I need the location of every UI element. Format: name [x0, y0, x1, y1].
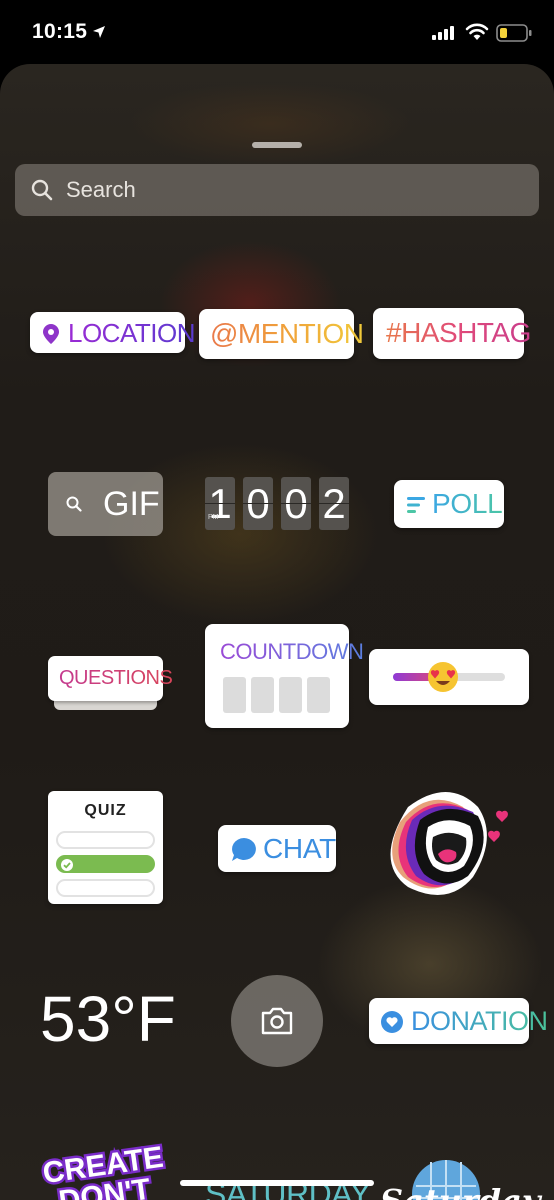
chat-label: CHAT: [263, 833, 336, 864]
countdown-slot: [223, 677, 246, 713]
emoji-slider-sticker[interactable]: [369, 649, 529, 705]
cellular-signal-icon: [432, 26, 454, 40]
location-arrow-icon: [93, 26, 105, 38]
chat-bubble-icon: [232, 838, 256, 861]
clock-digit: 0: [243, 477, 273, 530]
gif-sticker[interactable]: GIF: [48, 472, 163, 536]
quiz-sticker[interactable]: QUIZ: [48, 791, 163, 904]
temperature-sticker[interactable]: 53°F: [40, 982, 176, 1056]
countdown-label: COUNTDOWN: [220, 639, 364, 664]
quiz-option-correct: [56, 855, 155, 873]
clock-digit: 2: [319, 477, 349, 530]
countdown-slot: [307, 677, 330, 713]
home-indicator[interactable]: [180, 1180, 374, 1186]
donation-label: DONATION: [411, 1006, 548, 1036]
quiz-option: [56, 831, 155, 849]
location-sticker[interactable]: LOCATION: [30, 312, 195, 353]
heart-eyes-emoji-icon: [428, 662, 458, 692]
mention-label: @MENTION: [210, 318, 364, 349]
hashtag-sticker[interactable]: #HASHTAG: [373, 308, 531, 359]
hashtag-label: #HASHTAG: [386, 317, 531, 348]
sticker-tray: Search LOCATION @MENTION #HASHTAG GIF 1 …: [0, 64, 554, 1200]
shouting-mouth-sticker[interactable]: [378, 782, 528, 902]
gif-label: GIF: [103, 485, 160, 523]
saturday-script-sticker[interactable]: Saturday: [380, 1182, 540, 1200]
map-pin-icon: [43, 324, 59, 344]
questions-label: QUESTIONS: [59, 667, 173, 689]
battery-icon: [496, 24, 532, 42]
status-bar: 10:15: [0, 0, 554, 68]
clock-digit: 0: [281, 477, 311, 530]
wifi-icon: [465, 23, 489, 40]
quiz-title: QUIZ: [84, 802, 127, 819]
countdown-slot: [251, 677, 274, 713]
questions-face: QUESTIONS: [48, 656, 173, 701]
chat-sticker[interactable]: CHAT: [218, 825, 336, 872]
search-placeholder: Search: [66, 177, 136, 202]
poll-sticker[interactable]: POLL: [394, 480, 504, 528]
questions-sticker[interactable]: QUESTIONS: [48, 656, 173, 710]
poll-lines-icon: [407, 497, 425, 513]
heart-icon: [381, 1011, 403, 1033]
donation-sticker[interactable]: DONATION: [369, 998, 548, 1044]
time-sticker[interactable]: 1 PM 0 0 2: [205, 477, 349, 530]
search-icon: [66, 496, 82, 512]
camera-icon: [261, 1007, 293, 1035]
countdown-slot: [279, 677, 302, 713]
location-label: LOCATION: [68, 318, 195, 348]
status-time: 10:15: [32, 20, 88, 43]
search-icon: [31, 179, 53, 201]
search-bar[interactable]: Search: [15, 164, 539, 216]
sheet-grabber[interactable]: [252, 142, 302, 148]
check-icon: [61, 859, 73, 871]
countdown-sticker[interactable]: COUNTDOWN: [205, 624, 364, 728]
clock-ampm: PM: [208, 514, 219, 521]
create-dont-sticker[interactable]: CREATE DON'T: [35, 1134, 185, 1200]
clock-digit: 1: [205, 477, 235, 530]
mention-sticker[interactable]: @MENTION: [199, 309, 364, 359]
camera-sticker-button[interactable]: [231, 975, 323, 1067]
quiz-option: [56, 879, 155, 897]
poll-label: POLL: [432, 488, 503, 519]
